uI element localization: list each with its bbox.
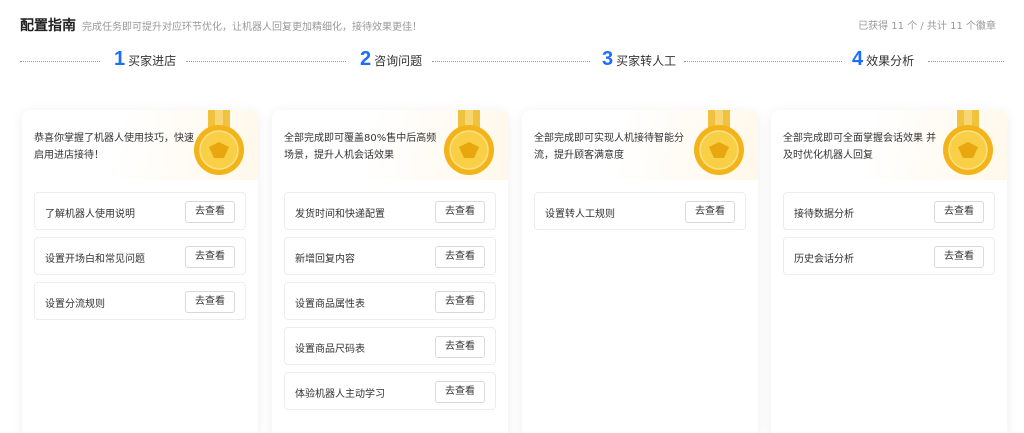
card-header: 全部完成即可覆盖80%售中后高频场景，提升人机会话效果 — [272, 110, 508, 180]
page-subtitle: 完成任务即可提升对应环节优化，让机器人回复更加精细化，接待效果更佳！ — [82, 22, 422, 33]
step-number: 4 — [852, 48, 864, 70]
view-button[interactable]: 去查看 — [435, 201, 485, 223]
card-description: 全部完成即可覆盖80%售中后高频场景，提升人机会话效果 — [284, 133, 437, 161]
card-description: 全部完成即可全面掌握会话效果 并及时优化机器人回复 — [783, 133, 937, 161]
task-item: 发货时间和快递配置 去查看 — [284, 192, 496, 230]
view-button[interactable]: 去查看 — [435, 246, 485, 268]
task-item: 设置开场白和常见问题 去查看 — [34, 237, 246, 275]
step-number: 1 — [114, 48, 126, 70]
task-label: 设置开场白和常见问题 — [45, 254, 145, 265]
task-item: 体验机器人主动学习 去查看 — [284, 372, 496, 410]
step-connector — [432, 61, 590, 62]
step-label: 咨询问题 — [374, 54, 423, 68]
step-number: 3 — [602, 48, 614, 70]
task-item: 设置分流规则 去查看 — [34, 282, 246, 320]
view-button[interactable]: 去查看 — [435, 336, 485, 358]
task-card-4: 全部完成即可全面掌握会话效果 并及时优化机器人回复 接待数据分析 去查看 历史会… — [771, 110, 1007, 433]
card-header: 恭喜你掌握了机器人使用技巧，快速启用进店接待！ — [22, 110, 258, 180]
step-connector — [928, 61, 1004, 62]
step-label: 买家转人工 — [616, 54, 677, 68]
view-button[interactable]: 去查看 — [185, 246, 235, 268]
step-3: 3 买家转人工 — [602, 48, 676, 71]
task-list: 发货时间和快递配置 去查看 新增回复内容 去查看 设置商品属性表 去查看 设置商… — [284, 192, 496, 417]
task-item: 设置转人工规则 去查看 — [534, 192, 746, 230]
card-header: 全部完成即可实现人机接待智能分流，提升顾客满意度 — [522, 110, 758, 180]
badge-count: 已获得 11 个 / 共计 11 个徽章 — [858, 21, 996, 32]
page-title: 配置指南 — [20, 18, 76, 34]
task-item: 历史会话分析 去查看 — [783, 237, 995, 275]
task-label: 历史会话分析 — [794, 254, 854, 265]
task-card-1: 恭喜你掌握了机器人使用技巧，快速启用进店接待！ 了解机器人使用说明 去查看 设置… — [22, 110, 258, 433]
step-connector — [20, 61, 100, 62]
medal-icon — [438, 110, 500, 178]
task-label: 新增回复内容 — [295, 254, 355, 265]
step-connector — [186, 61, 346, 62]
task-list: 接待数据分析 去查看 历史会话分析 去查看 — [783, 192, 995, 282]
step-label: 效果分析 — [866, 54, 915, 68]
step-progress: 1 买家进店 2 咨询问题 3 买家转人工 4 效果分析 — [20, 48, 1004, 76]
task-item: 新增回复内容 去查看 — [284, 237, 496, 275]
task-label: 设置商品尺码表 — [295, 344, 365, 355]
card-description: 全部完成即可实现人机接待智能分流，提升顾客满意度 — [534, 133, 684, 161]
step-2: 2 咨询问题 — [360, 48, 422, 71]
step-number: 2 — [360, 48, 372, 70]
task-label: 接待数据分析 — [794, 209, 854, 220]
page-header: 配置指南 完成任务即可提升对应环节优化，让机器人回复更加精细化，接待效果更佳！ … — [20, 14, 996, 34]
medal-icon — [188, 110, 250, 178]
step-connector — [684, 61, 842, 62]
step-1: 1 买家进店 — [114, 48, 176, 71]
medal-icon — [688, 110, 750, 178]
view-button[interactable]: 去查看 — [934, 201, 984, 223]
task-label: 设置商品属性表 — [295, 299, 365, 310]
task-label: 设置分流规则 — [45, 299, 105, 310]
task-item: 设置商品尺码表 去查看 — [284, 327, 496, 365]
task-card-3: 全部完成即可实现人机接待智能分流，提升顾客满意度 设置转人工规则 去查看 — [522, 110, 758, 433]
view-button[interactable]: 去查看 — [185, 291, 235, 313]
view-button[interactable]: 去查看 — [685, 201, 735, 223]
card-header: 全部完成即可全面掌握会话效果 并及时优化机器人回复 — [771, 110, 1007, 180]
view-button[interactable]: 去查看 — [934, 246, 984, 268]
task-label: 发货时间和快递配置 — [295, 209, 385, 220]
step-4: 4 效果分析 — [852, 48, 914, 71]
view-button[interactable]: 去查看 — [435, 381, 485, 403]
task-item: 了解机器人使用说明 去查看 — [34, 192, 246, 230]
task-list: 了解机器人使用说明 去查看 设置开场白和常见问题 去查看 设置分流规则 去查看 — [34, 192, 246, 327]
task-label: 了解机器人使用说明 — [45, 209, 135, 220]
task-label: 体验机器人主动学习 — [295, 389, 385, 400]
card-description: 恭喜你掌握了机器人使用技巧，快速启用进店接待！ — [34, 133, 194, 161]
view-button[interactable]: 去查看 — [185, 201, 235, 223]
step-label: 买家进店 — [128, 54, 177, 68]
task-item: 接待数据分析 去查看 — [783, 192, 995, 230]
task-label: 设置转人工规则 — [545, 209, 615, 220]
task-list: 设置转人工规则 去查看 — [534, 192, 746, 237]
medal-icon — [937, 110, 999, 178]
view-button[interactable]: 去查看 — [435, 291, 485, 313]
task-card-2: 全部完成即可覆盖80%售中后高频场景，提升人机会话效果 发货时间和快递配置 去查… — [272, 110, 508, 433]
task-item: 设置商品属性表 去查看 — [284, 282, 496, 320]
